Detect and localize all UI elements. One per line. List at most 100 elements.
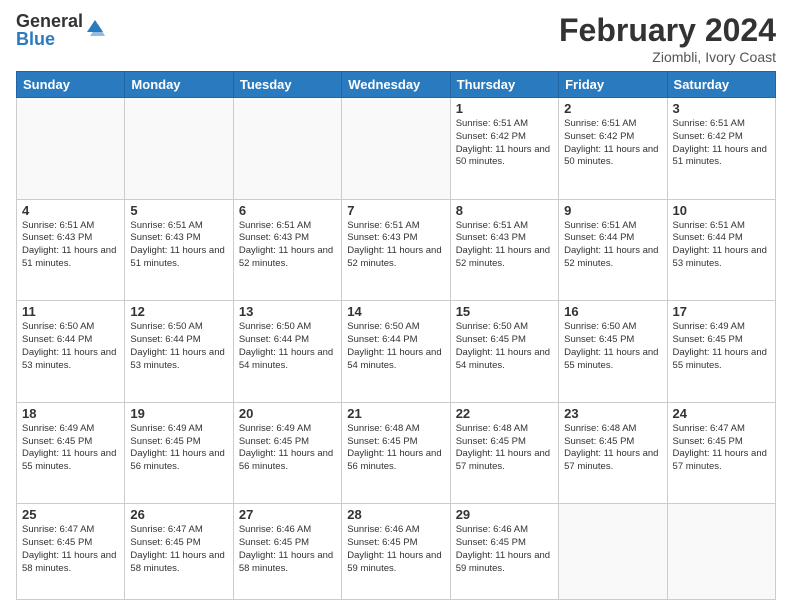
table-row: 13 Sunrise: 6:50 AMSunset: 6:44 PMDayligh…	[233, 301, 341, 403]
header: General Blue February 2024 Ziombli, Ivor…	[16, 12, 776, 65]
day-info: Sunrise: 6:51 AMSunset: 6:43 PMDaylight:…	[456, 220, 553, 271]
day-number: 1	[456, 101, 553, 116]
calendar-week-4: 25Sunrise: 6:47 AMSunset: 6:45 PMDayligh…	[17, 504, 776, 600]
day-info: Sunrise: 6:49 AMSunset: 6:45 PMDaylight:…	[673, 321, 770, 372]
col-wednesday: Wednesday	[342, 72, 450, 98]
table-row: 22 Sunrise: 6:48 AMSunset: 6:45 PMDayligh…	[450, 402, 558, 504]
title-section: February 2024 Ziombli, Ivory Coast	[559, 12, 776, 65]
day-number: 24	[673, 406, 770, 421]
day-number: 7	[347, 203, 444, 218]
logo-blue: Blue	[16, 30, 83, 48]
day-number: 21	[347, 406, 444, 421]
table-row: 21 Sunrise: 6:48 AMSunset: 6:45 PMDayligh…	[342, 402, 450, 504]
logo-icon	[85, 18, 105, 38]
table-row: 16 Sunrise: 6:50 AMSunset: 6:45 PMDayligh…	[559, 301, 667, 403]
day-info: Sunrise: 6:49 AMSunset: 6:45 PMDaylight:…	[239, 423, 336, 474]
day-info: Sunrise: 6:47 AMSunset: 6:45 PMDaylight:…	[130, 524, 227, 575]
day-info: Sunrise: 6:48 AMSunset: 6:45 PMDaylight:…	[347, 423, 444, 474]
day-number: 15	[456, 304, 553, 319]
table-row	[17, 98, 125, 200]
day-number: 11	[22, 304, 119, 319]
table-row: 15 Sunrise: 6:50 AMSunset: 6:45 PMDayligh…	[450, 301, 558, 403]
day-info: Sunrise: 6:50 AMSunset: 6:44 PMDaylight:…	[130, 321, 227, 372]
table-row: 18Sunrise: 6:49 AMSunset: 6:45 PMDayligh…	[17, 402, 125, 504]
table-row: 29 Sunrise: 6:46 AMSunset: 6:45 PMDayligh…	[450, 504, 558, 600]
day-number: 20	[239, 406, 336, 421]
day-number: 12	[130, 304, 227, 319]
table-row: 1Sunrise: 6:51 AMSunset: 6:42 PMDaylight…	[450, 98, 558, 200]
table-row: 11 Sunrise: 6:50 AMSunset: 6:44 PMDayligh…	[17, 301, 125, 403]
day-info: Sunrise: 6:46 AMSunset: 6:45 PMDaylight:…	[347, 524, 444, 575]
table-row: 8 Sunrise: 6:51 AMSunset: 6:43 PMDaylight…	[450, 199, 558, 301]
day-number: 14	[347, 304, 444, 319]
day-number: 29	[456, 507, 553, 522]
table-row: 24 Sunrise: 6:47 AMSunset: 6:45 PMDayligh…	[667, 402, 775, 504]
day-number: 28	[347, 507, 444, 522]
table-row	[233, 98, 341, 200]
day-info: Sunrise: 6:51 AMSunset: 6:42 PMDaylight:…	[673, 118, 770, 169]
day-number: 26	[130, 507, 227, 522]
col-tuesday: Tuesday	[233, 72, 341, 98]
day-info: Sunrise: 6:46 AMSunset: 6:45 PMDaylight:…	[239, 524, 336, 575]
day-number: 2	[564, 101, 661, 116]
table-row: 17 Sunrise: 6:49 AMSunset: 6:45 PMDayligh…	[667, 301, 775, 403]
day-info: Sunrise: 6:47 AMSunset: 6:45 PMDaylight:…	[673, 423, 770, 474]
col-sunday: Sunday	[17, 72, 125, 98]
calendar-week-1: 4 Sunrise: 6:51 AMSunset: 6:43 PMDaylight…	[17, 199, 776, 301]
day-info: Sunrise: 6:48 AMSunset: 6:45 PMDaylight:…	[564, 423, 661, 474]
col-thursday: Thursday	[450, 72, 558, 98]
col-saturday: Saturday	[667, 72, 775, 98]
page: General Blue February 2024 Ziombli, Ivor…	[0, 0, 792, 612]
day-number: 16	[564, 304, 661, 319]
day-info: Sunrise: 6:50 AMSunset: 6:44 PMDaylight:…	[239, 321, 336, 372]
day-info: Sunrise: 6:50 AMSunset: 6:45 PMDaylight:…	[456, 321, 553, 372]
month-title: February 2024	[559, 12, 776, 49]
day-number: 13	[239, 304, 336, 319]
calendar-week-3: 18Sunrise: 6:49 AMSunset: 6:45 PMDayligh…	[17, 402, 776, 504]
table-row: 4 Sunrise: 6:51 AMSunset: 6:43 PMDaylight…	[17, 199, 125, 301]
subtitle: Ziombli, Ivory Coast	[559, 49, 776, 65]
day-info: Sunrise: 6:51 AMSunset: 6:43 PMDaylight:…	[347, 220, 444, 271]
col-friday: Friday	[559, 72, 667, 98]
table-row: 23 Sunrise: 6:48 AMSunset: 6:45 PMDayligh…	[559, 402, 667, 504]
day-number: 22	[456, 406, 553, 421]
day-info: Sunrise: 6:50 AMSunset: 6:45 PMDaylight:…	[564, 321, 661, 372]
table-row: 5Sunrise: 6:51 AMSunset: 6:43 PMDaylight…	[125, 199, 233, 301]
day-number: 8	[456, 203, 553, 218]
table-row: 3 Sunrise: 6:51 AMSunset: 6:42 PMDaylight…	[667, 98, 775, 200]
table-row: 10Sunrise: 6:51 AMSunset: 6:44 PMDayligh…	[667, 199, 775, 301]
table-row: 2 Sunrise: 6:51 AMSunset: 6:42 PMDaylight…	[559, 98, 667, 200]
day-number: 23	[564, 406, 661, 421]
day-number: 27	[239, 507, 336, 522]
logo-general: General	[16, 12, 83, 30]
table-row	[667, 504, 775, 600]
day-info: Sunrise: 6:51 AMSunset: 6:43 PMDaylight:…	[239, 220, 336, 271]
day-info: Sunrise: 6:48 AMSunset: 6:45 PMDaylight:…	[456, 423, 553, 474]
table-row: 9Sunrise: 6:51 AMSunset: 6:44 PMDaylight…	[559, 199, 667, 301]
calendar-week-2: 11 Sunrise: 6:50 AMSunset: 6:44 PMDayligh…	[17, 301, 776, 403]
calendar-table: Sunday Monday Tuesday Wednesday Thursday…	[16, 71, 776, 600]
day-number: 17	[673, 304, 770, 319]
table-row: 27 Sunrise: 6:46 AMSunset: 6:45 PMDayligh…	[233, 504, 341, 600]
day-number: 10	[673, 203, 770, 218]
day-number: 6	[239, 203, 336, 218]
day-info: Sunrise: 6:49 AMSunset: 6:45 PMDaylight:…	[130, 423, 227, 474]
day-info: Sunrise: 6:51 AMSunset: 6:42 PMDaylight:…	[564, 118, 661, 169]
table-row	[342, 98, 450, 200]
calendar-header-row: Sunday Monday Tuesday Wednesday Thursday…	[17, 72, 776, 98]
day-info: Sunrise: 6:51 AMSunset: 6:43 PMDaylight:…	[130, 220, 227, 271]
table-row	[559, 504, 667, 600]
table-row: 7 Sunrise: 6:51 AMSunset: 6:43 PMDaylight…	[342, 199, 450, 301]
table-row: 12 Sunrise: 6:50 AMSunset: 6:44 PMDayligh…	[125, 301, 233, 403]
day-number: 19	[130, 406, 227, 421]
logo: General Blue	[16, 12, 105, 48]
day-info: Sunrise: 6:46 AMSunset: 6:45 PMDaylight:…	[456, 524, 553, 575]
day-number: 3	[673, 101, 770, 116]
day-info: Sunrise: 6:51 AMSunset: 6:43 PMDaylight:…	[22, 220, 119, 271]
col-monday: Monday	[125, 72, 233, 98]
day-number: 4	[22, 203, 119, 218]
table-row: 14Sunrise: 6:50 AMSunset: 6:44 PMDayligh…	[342, 301, 450, 403]
table-row	[125, 98, 233, 200]
day-number: 9	[564, 203, 661, 218]
day-info: Sunrise: 6:50 AMSunset: 6:44 PMDaylight:…	[22, 321, 119, 372]
